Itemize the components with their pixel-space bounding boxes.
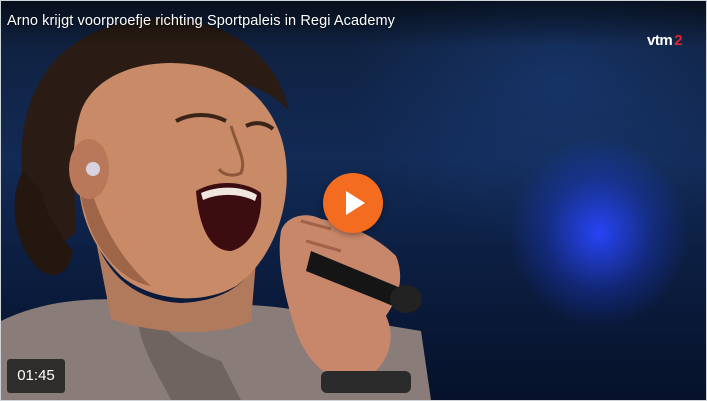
play-button[interactable] [323,173,383,233]
in-ear-monitor [86,162,100,176]
video-title[interactable]: Arno krijgt voorproefje richting Sportpa… [7,13,395,29]
channel-logo-number: 2 [674,32,683,49]
microphone-grille [390,285,422,313]
channel-logo: vtm 2 [647,32,683,49]
play-icon [346,191,365,215]
singer-wristband [321,371,411,393]
duration-badge: 01:45 [7,359,65,393]
video-player[interactable]: Arno krijgt voorproefje richting Sportpa… [0,0,707,401]
title-bar: Arno krijgt voorproefje richting Sportpa… [1,1,706,47]
channel-logo-text: vtm [647,32,673,49]
